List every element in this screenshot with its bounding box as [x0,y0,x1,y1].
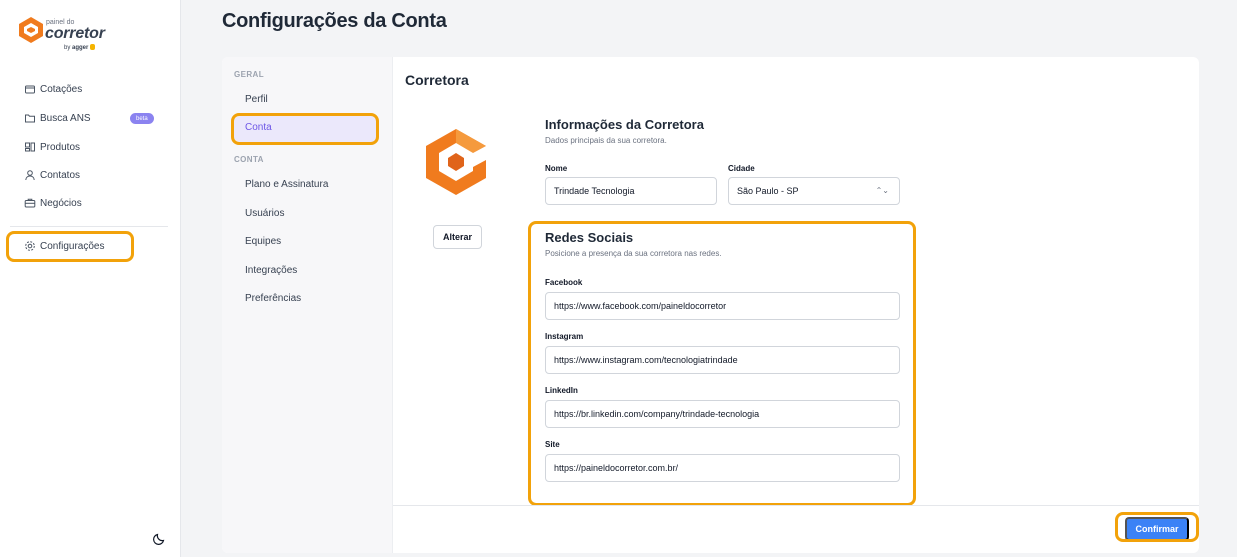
settings-nav-preferencias[interactable]: Preferências [245,293,301,304]
nome-label: Nome [545,164,568,173]
moon-icon[interactable] [153,531,167,545]
cidade-select[interactable]: São Paulo - SP ⌃⌄ [728,177,900,205]
sidebar-item-label: Produtos [40,141,81,153]
sidebar-item-label: Contatos [40,169,81,181]
highlight-configuracoes [6,231,134,262]
sidebar-item-label: Negócios [40,197,82,209]
linkedin-label: LinkedIn [545,386,578,395]
briefcase-icon [24,198,36,208]
site-label: Site [545,440,560,449]
box-icon [25,85,35,94]
sidebar-item-cotacoes[interactable]: Cotações [24,79,82,99]
alterar-button[interactable]: Alterar [433,225,482,249]
highlight-conta [231,113,379,145]
sidebar: painel do corretor by agger Cotações Bus… [0,0,181,557]
sidebar-item-produtos[interactable]: Produtos [24,137,80,157]
logo-by-text: by agger [64,44,96,51]
settings-nav: GERAL Perfil Conta CONTA Plano e Assinat… [222,57,393,553]
sidebar-item-label: Cotações [40,83,83,95]
sidebar-divider [10,226,168,227]
logo-by-prefix: by [64,45,73,51]
agger-mark-icon [90,44,96,50]
user-icon [25,170,35,181]
select-arrows-icon: ⌃⌄ [875,186,889,195]
facebook-input[interactable]: https://www.facebook.com/paineldocorreto… [545,292,900,320]
facebook-label: Facebook [545,278,583,287]
settings-nav-perfil[interactable]: Perfil [245,94,268,105]
redes-title: Redes Sociais [545,230,634,245]
logo-main-text: corretor [45,25,105,42]
settings-nav-plano[interactable]: Plano e Assinatura [245,179,328,190]
settings-group-conta: CONTA [234,155,264,164]
instagram-input[interactable]: https://www.instagram.com/tecnologiatrin… [545,346,900,374]
logo-by-brand: agger [72,45,89,51]
sidebar-item-negocios[interactable]: Negócios [24,193,82,213]
nome-input[interactable]: Trindade Tecnologia [545,177,717,205]
products-icon [25,142,35,152]
highlight-confirm [1115,512,1199,542]
folder-icon [25,114,35,123]
sidebar-item-label: Busca ANS [40,112,91,124]
info-title: Informações da Corretora [545,117,704,132]
card-footer-divider [393,505,1199,506]
linkedin-input[interactable]: https://br.linkedin.com/company/trindade… [545,400,900,428]
settings-card: GERAL Perfil Conta CONTA Plano e Assinat… [222,57,1199,553]
settings-nav-integracoes[interactable]: Integrações [245,265,297,276]
settings-group-geral: GERAL [234,70,264,79]
sidebar-item-contatos[interactable]: Contatos [24,165,80,185]
cidade-label: Cidade [728,164,755,173]
section-title: Corretora [405,72,469,88]
info-description: Dados principais da sua corretora. [545,136,667,145]
redes-description: Posicione a presença da sua corretora na… [545,249,722,258]
sidebar-item-busca-ans[interactable]: Busca ANS [24,108,91,128]
page-title: Configurações da Conta [222,10,447,32]
settings-nav-usuarios[interactable]: Usuários [245,208,284,219]
app-logo[interactable]: painel do corretor by agger [18,16,118,56]
instagram-label: Instagram [545,332,584,341]
corretora-logo-icon [426,129,486,195]
logo-mark-icon [19,17,43,43]
beta-badge: beta [130,113,154,124]
site-input[interactable]: https://paineldocorretor.com.br/ [545,454,900,482]
cidade-value: São Paulo - SP [737,186,799,196]
settings-nav-equipes[interactable]: Equipes [245,236,281,247]
